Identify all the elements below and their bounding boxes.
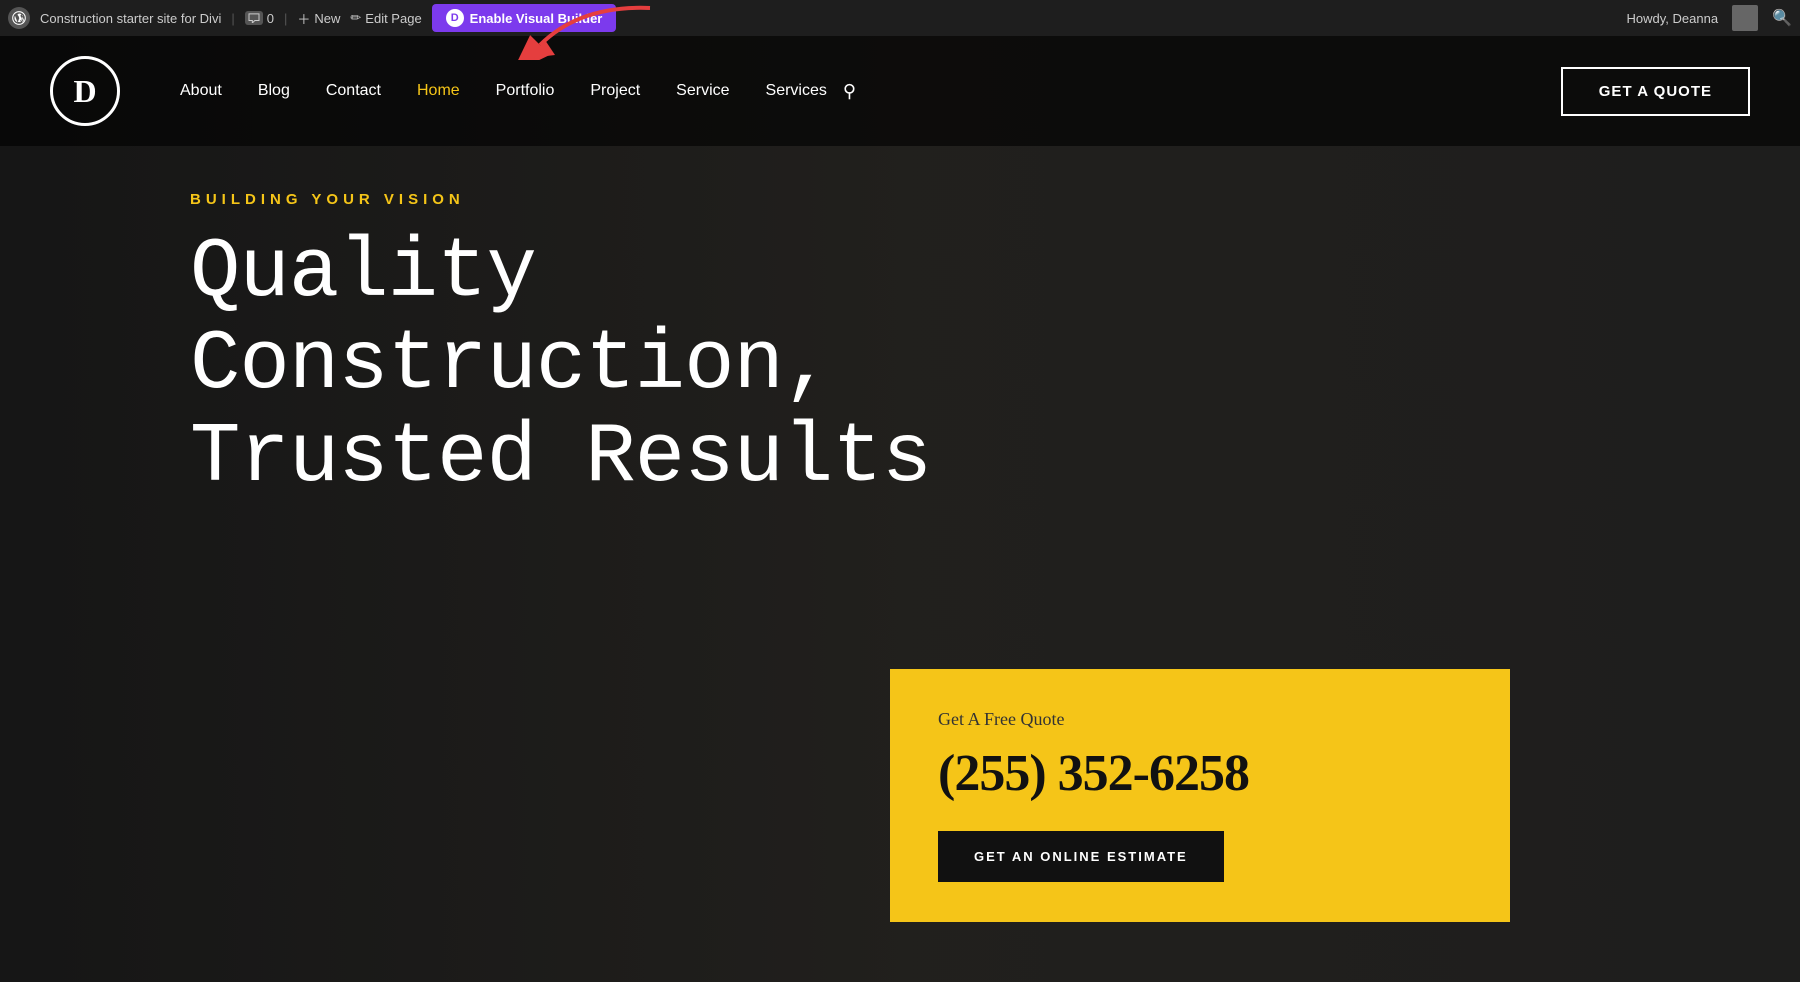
site-logo[interactable]: D <box>50 56 120 126</box>
admin-bar-left: Construction starter site for Divi | 0 |… <box>8 4 616 32</box>
site-name[interactable]: Construction starter site for Divi <box>40 11 221 26</box>
admin-bar-right: Howdy, Deanna 🔍 <box>1627 5 1792 31</box>
enable-visual-builder-button[interactable]: D Enable Visual Builder <box>432 4 617 32</box>
comments-link[interactable]: 0 <box>245 11 274 26</box>
estimate-button[interactable]: GET AN ONLINE ESTIMATE <box>938 831 1224 882</box>
quote-phone: (255) 352-6258 <box>938 744 1462 803</box>
nav-search-icon[interactable]: ⚲ <box>843 81 856 102</box>
pencil-icon: ✏ <box>350 10 361 26</box>
get-quote-button[interactable]: GET A QUOTE <box>1561 67 1750 116</box>
site-wrapper: D About Blog Contact Home Portfolio Proj… <box>0 36 1800 982</box>
user-avatar[interactable] <box>1732 5 1758 31</box>
hero-title: Quality Construction, Trusted Results <box>190 228 1090 505</box>
hero-content: BUILDING YOUR VISION Quality Constructio… <box>190 191 1090 505</box>
new-link[interactable]: ＋ New <box>297 9 340 28</box>
nav-item-project[interactable]: Project <box>590 82 640 100</box>
nav-item-contact[interactable]: Contact <box>326 82 381 100</box>
divi-icon: D <box>446 9 464 27</box>
howdy-text: Howdy, Deanna <box>1627 11 1719 26</box>
wordpress-logo[interactable] <box>8 7 30 29</box>
edit-page-link[interactable]: ✏ Edit Page <box>350 10 421 26</box>
nav-item-service[interactable]: Service <box>676 82 729 100</box>
nav-links: About Blog Contact Home Portfolio Projec… <box>180 82 827 100</box>
nav-item-portfolio[interactable]: Portfolio <box>496 82 555 100</box>
site-navigation: D About Blog Contact Home Portfolio Proj… <box>0 36 1800 146</box>
quote-label: Get A Free Quote <box>938 709 1462 730</box>
admin-bar: Construction starter site for Divi | 0 |… <box>0 0 1800 36</box>
plus-icon: ＋ <box>297 9 310 28</box>
quote-box: Get A Free Quote (255) 352-6258 GET AN O… <box>890 669 1510 922</box>
logo-letter: D <box>73 73 96 110</box>
comment-bubble <box>245 11 263 25</box>
nav-item-services[interactable]: Services <box>766 82 827 100</box>
nav-item-about[interactable]: About <box>180 82 222 100</box>
search-icon[interactable]: 🔍 <box>1772 8 1792 28</box>
nav-item-blog[interactable]: Blog <box>258 82 290 100</box>
hero-subtitle: BUILDING YOUR VISION <box>190 191 1090 208</box>
nav-item-home[interactable]: Home <box>417 82 460 100</box>
